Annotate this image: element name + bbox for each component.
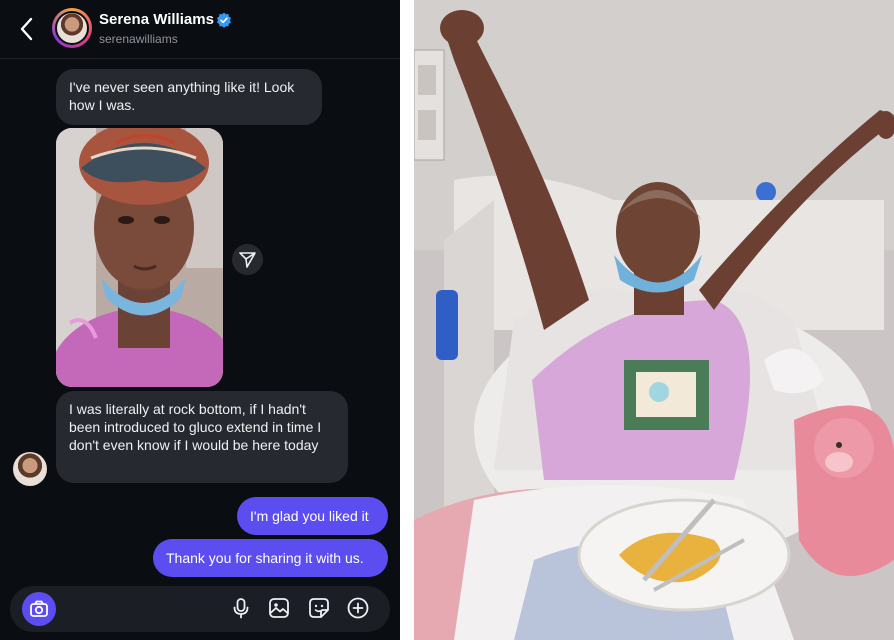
share-photo-button[interactable] [232, 244, 263, 275]
send-arrow-icon [239, 252, 256, 268]
verified-badge-icon [217, 12, 231, 28]
profile-avatar[interactable] [52, 8, 92, 48]
message-composer[interactable] [10, 586, 390, 632]
contact-name[interactable]: Serena Williams [99, 11, 214, 28]
hospital-selfie-image [56, 128, 223, 387]
back-chevron-icon[interactable] [16, 15, 38, 43]
sender-avatar[interactable] [13, 452, 47, 486]
received-message[interactable]: I've never seen anything like it! Look h… [56, 69, 322, 125]
panel-divider [400, 0, 414, 640]
microphone-icon[interactable] [229, 596, 253, 620]
camera-icon [30, 600, 48, 617]
hospital-bed-scene-image [414, 0, 894, 640]
shared-photo[interactable] [56, 128, 223, 387]
sticker-icon[interactable] [307, 596, 331, 620]
contact-handle: serenawilliams [99, 32, 178, 46]
conversation-header: Serena Williams serenawilliams [0, 0, 400, 59]
dm-screen: Serena Williams serenawilliams I've neve… [0, 0, 400, 640]
sent-message[interactable]: Thank you for sharing it with us. [153, 539, 388, 577]
add-icon[interactable] [346, 596, 370, 620]
hospital-photo [414, 0, 894, 640]
sent-message[interactable]: I'm glad you liked it [237, 497, 388, 535]
image-icon[interactable] [267, 596, 291, 620]
received-message[interactable]: I was literally at rock bottom, if I had… [56, 391, 348, 483]
camera-button[interactable] [22, 592, 56, 626]
